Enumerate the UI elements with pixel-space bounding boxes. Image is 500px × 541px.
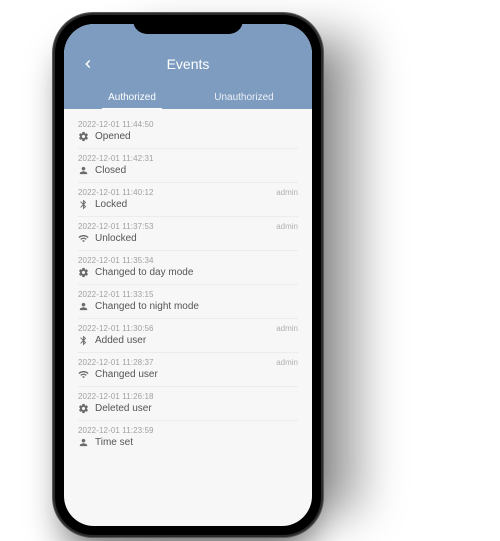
event-row[interactable]: 2022-12-01 11:37:53 admin Unlocked [78,217,298,251]
gear-icon [78,131,89,142]
event-timestamp: 2022-12-01 11:33:15 [78,290,154,299]
event-body: Unlocked [78,233,298,244]
event-timestamp: 2022-12-01 11:23:59 [78,426,154,435]
gear-icon [78,267,89,278]
wifi-icon [78,369,89,380]
person-icon [78,165,89,176]
event-meta: 2022-12-01 11:42:31 [78,154,298,163]
event-timestamp: 2022-12-01 11:28:37 [78,358,154,367]
event-row[interactable]: 2022-12-01 11:28:37 admin Changed user [78,353,298,387]
bluetooth-icon-wrap [78,199,89,210]
back-button[interactable] [78,54,98,74]
event-body: Closed [78,165,298,176]
bluetooth-icon [78,199,89,210]
event-body: Locked [78,199,298,210]
event-meta: 2022-12-01 11:37:53 admin [78,222,298,231]
person-icon-wrap [78,437,89,448]
event-action: Locked [95,199,127,210]
event-action: Added user [95,335,146,346]
event-meta: 2022-12-01 11:33:15 [78,290,298,299]
gear-icon-wrap [78,403,89,414]
event-meta: 2022-12-01 11:44:50 [78,120,298,129]
wifi-icon [78,233,89,244]
wifi-icon-wrap [78,233,89,244]
event-user: admin [276,324,298,333]
event-meta: 2022-12-01 11:28:37 admin [78,358,298,367]
phone-notch [133,15,243,34]
event-timestamp: 2022-12-01 11:44:50 [78,120,154,129]
event-row[interactable]: 2022-12-01 11:42:31 Closed [78,149,298,183]
event-action: Opened [95,131,131,142]
gear-icon [78,403,89,414]
bluetooth-icon-wrap [78,335,89,346]
event-body: Deleted user [78,403,298,414]
event-body: Added user [78,335,298,346]
event-row[interactable]: 2022-12-01 11:30:56 admin Added user [78,319,298,353]
bluetooth-icon [78,335,89,346]
event-meta: 2022-12-01 11:26:18 [78,392,298,401]
person-icon-wrap [78,301,89,312]
event-meta: 2022-12-01 11:35:34 [78,256,298,265]
gear-icon-wrap [78,131,89,142]
event-timestamp: 2022-12-01 11:40:12 [78,188,154,197]
event-meta: 2022-12-01 11:40:12 admin [78,188,298,197]
page-title: Events [167,56,210,72]
event-timestamp: 2022-12-01 11:37:53 [78,222,154,231]
phone-frame: Events Authorized Unauthorized 2022-12-0… [55,15,321,535]
event-action: Closed [95,165,126,176]
tabs: Authorized Unauthorized [76,86,300,109]
event-row[interactable]: 2022-12-01 11:33:15 Changed to night mode [78,285,298,319]
person-icon-wrap [78,165,89,176]
gear-icon-wrap [78,267,89,278]
event-row[interactable]: 2022-12-01 11:44:50 Opened [78,115,298,149]
person-icon [78,301,89,312]
tab-unauthorized[interactable]: Unauthorized [188,86,300,109]
event-meta: 2022-12-01 11:30:56 admin [78,324,298,333]
event-user: admin [276,188,298,197]
event-row[interactable]: 2022-12-01 11:26:18 Deleted user [78,387,298,421]
event-action: Time set [95,437,133,448]
app-header: Events Authorized Unauthorized [64,24,312,109]
event-timestamp: 2022-12-01 11:35:34 [78,256,154,265]
event-user: admin [276,358,298,367]
event-row[interactable]: 2022-12-01 11:23:59 Time set [78,421,298,454]
event-action: Changed user [95,369,158,380]
event-row[interactable]: 2022-12-01 11:40:12 admin Locked [78,183,298,217]
event-action: Unlocked [95,233,137,244]
event-row[interactable]: 2022-12-01 11:35:34 Changed to day mode [78,251,298,285]
wifi-icon-wrap [78,369,89,380]
tab-authorized[interactable]: Authorized [76,86,188,109]
event-action: Deleted user [95,403,152,414]
event-timestamp: 2022-12-01 11:26:18 [78,392,154,401]
event-body: Changed user [78,369,298,380]
event-body: Time set [78,437,298,448]
event-timestamp: 2022-12-01 11:30:56 [78,324,154,333]
screen: Events Authorized Unauthorized 2022-12-0… [64,24,312,526]
event-action: Changed to day mode [95,267,193,278]
event-action: Changed to night mode [95,301,199,312]
events-list[interactable]: 2022-12-01 11:44:50Opened2022-12-01 11:4… [64,109,312,454]
event-meta: 2022-12-01 11:23:59 [78,426,298,435]
event-user: admin [276,222,298,231]
event-timestamp: 2022-12-01 11:42:31 [78,154,154,163]
chevron-left-icon [81,57,95,71]
event-body: Opened [78,131,298,142]
event-body: Changed to night mode [78,301,298,312]
person-icon [78,437,89,448]
event-body: Changed to day mode [78,267,298,278]
